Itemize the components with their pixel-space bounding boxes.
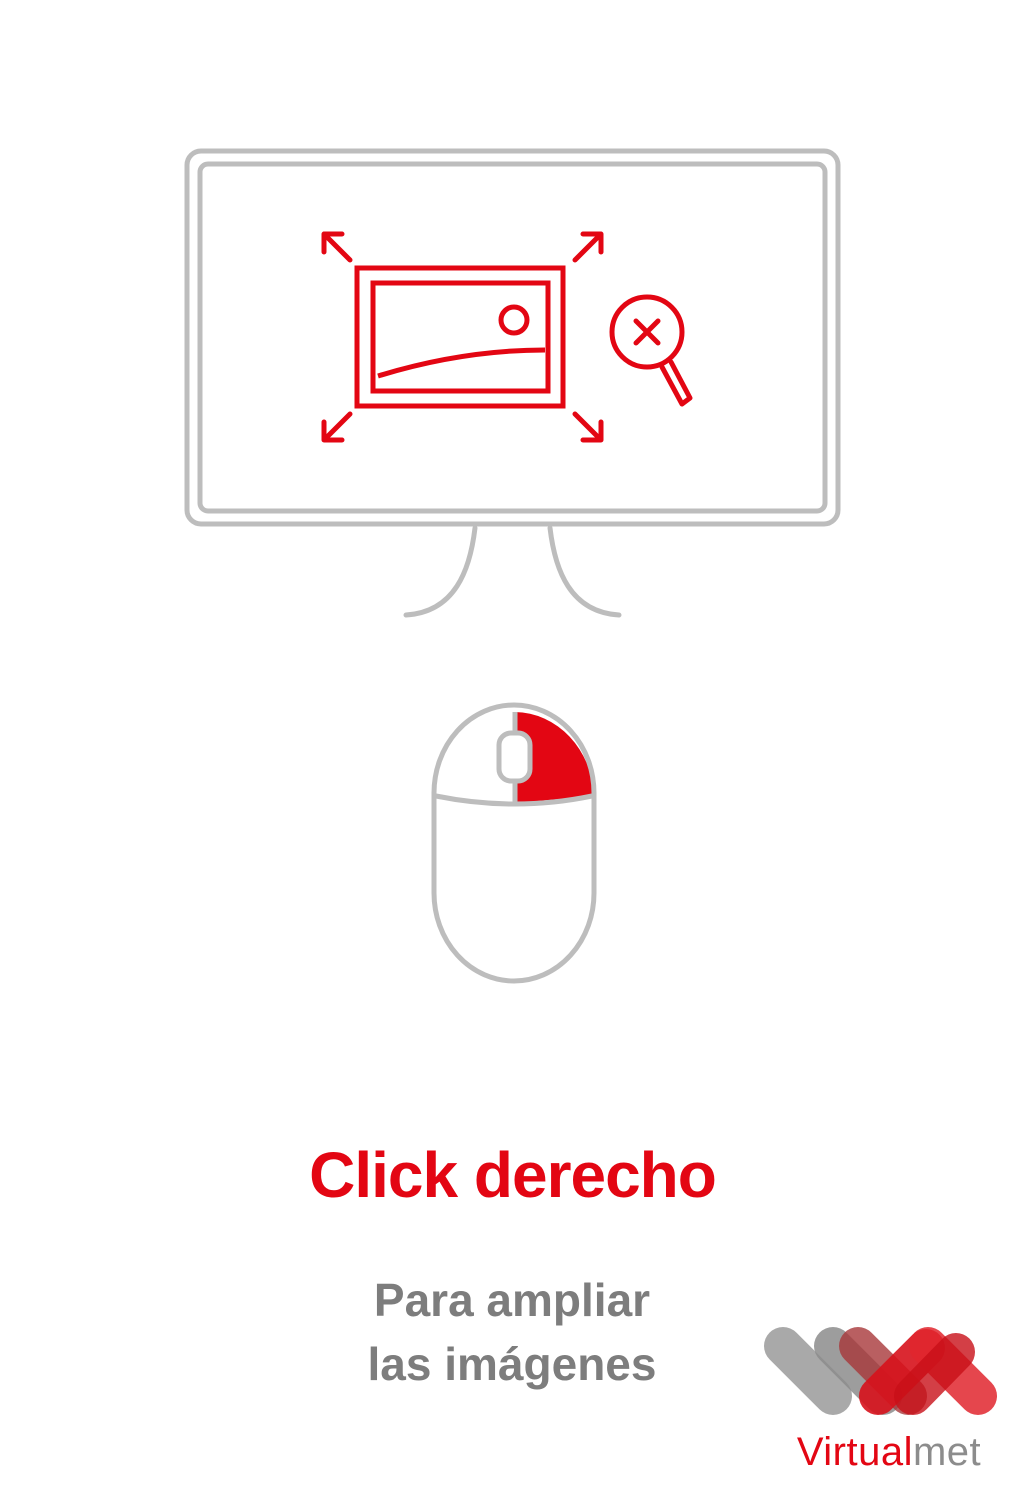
subtitle: Para ampliar las imágenes <box>262 1268 762 1396</box>
logo-text-virtual: Virtual <box>796 1430 913 1474</box>
logo-wordmark: Virtualmet <box>758 1430 1020 1475</box>
monitor-icon <box>184 148 841 618</box>
headline: Click derecho <box>309 1139 717 1211</box>
logo: Virtualmet <box>758 1318 1020 1488</box>
zoom-in-icon <box>609 294 693 407</box>
logo-text-met: met <box>912 1430 982 1474</box>
mouse-icon <box>431 702 597 984</box>
illustration <box>184 148 841 984</box>
subtitle-line-1: Para ampliar <box>373 1274 651 1326</box>
logo-mark <box>764 1327 997 1415</box>
subtitle-line-2: las imágenes <box>367 1338 657 1390</box>
expand-image-icon <box>321 231 604 443</box>
